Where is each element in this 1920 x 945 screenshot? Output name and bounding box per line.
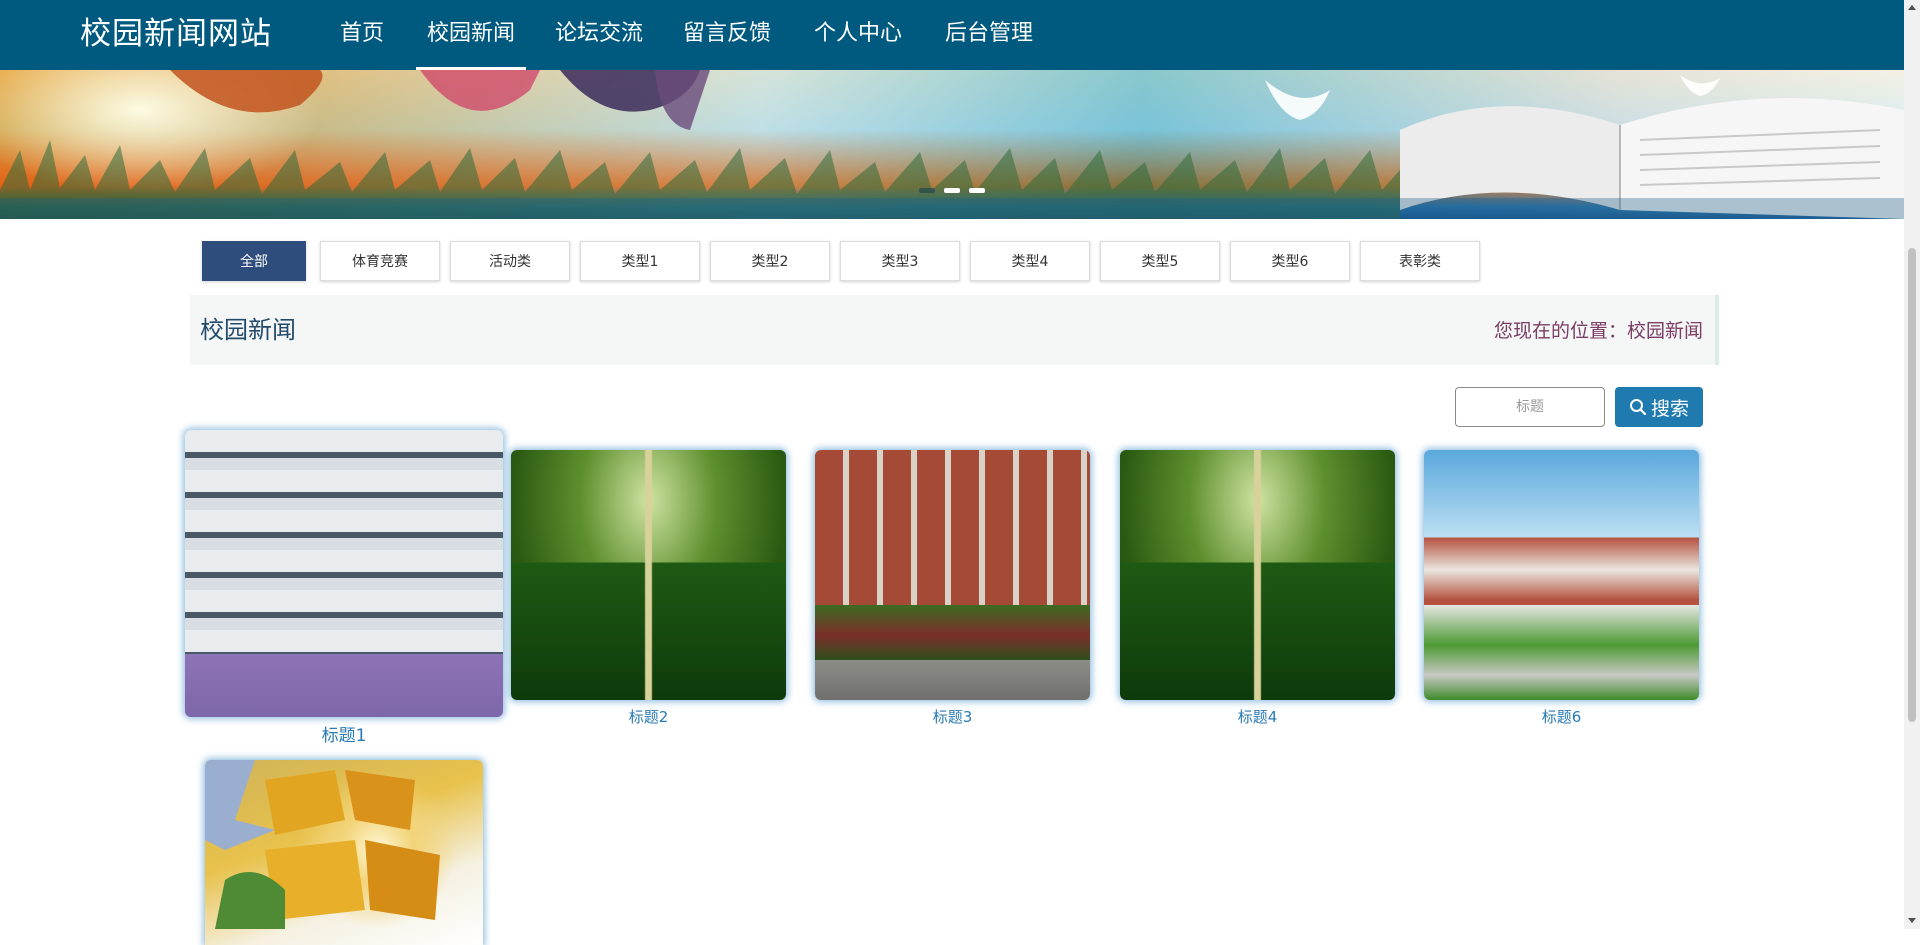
sign-sculpture-illustration — [205, 760, 440, 929]
category-type1[interactable]: 类型1 — [580, 241, 700, 281]
scroll-up-icon[interactable] — [1908, 5, 1916, 10]
news-thumbnail[interactable] — [185, 430, 503, 717]
news-title[interactable]: 标题4 — [1120, 707, 1395, 727]
news-title[interactable]: 标题1 — [185, 726, 503, 746]
banner-illustration — [0, 70, 1904, 219]
page-scrollbar[interactable] — [1904, 0, 1920, 929]
search-button-label: 搜索 — [1650, 397, 1689, 420]
news-thumbnail[interactable] — [205, 760, 483, 945]
category-type6[interactable]: 类型6 — [1230, 241, 1350, 281]
search-icon — [1629, 399, 1647, 416]
news-thumbnail[interactable] — [1120, 450, 1395, 700]
category-commendation[interactable]: 表彰类 — [1360, 241, 1480, 281]
carousel-indicators — [919, 188, 987, 196]
news-card[interactable]: 标题3 — [815, 450, 1090, 730]
category-type4[interactable]: 类型4 — [970, 241, 1090, 281]
scroll-down-icon[interactable] — [1908, 918, 1916, 923]
banner-carousel[interactable] — [0, 70, 1904, 219]
news-card[interactable] — [205, 760, 483, 945]
news-thumbnail[interactable] — [1424, 450, 1699, 700]
category-activities[interactable]: 活动类 — [450, 241, 570, 281]
news-title[interactable]: 标题3 — [815, 707, 1090, 727]
news-title[interactable]: 标题6 — [1424, 707, 1699, 727]
carousel-dot-3[interactable] — [969, 188, 985, 193]
breadcrumb-prefix: 您现在的位置： — [1493, 320, 1627, 342]
search-input[interactable] — [1455, 387, 1605, 427]
nav-item-forum[interactable]: 论坛交流 — [555, 18, 643, 50]
site-brand[interactable]: 校园新闻网站 — [80, 14, 272, 54]
news-title[interactable]: 标题2 — [511, 707, 786, 727]
nav-item-admin[interactable]: 后台管理 — [945, 18, 1033, 50]
top-nav-bar: 校园新闻网站 首页 校园新闻 论坛交流 留言反馈 个人中心 后台管理 — [0, 0, 1904, 70]
carousel-dot-1[interactable] — [919, 188, 935, 193]
category-type5[interactable]: 类型5 — [1100, 241, 1220, 281]
carousel-dot-2[interactable] — [944, 188, 960, 193]
category-all[interactable]: 全部 — [202, 241, 306, 281]
category-type2[interactable]: 类型2 — [710, 241, 830, 281]
nav-item-feedback[interactable]: 留言反馈 — [683, 18, 771, 50]
breadcrumb-current[interactable]: 校园新闻 — [1627, 320, 1703, 342]
news-card[interactable]: 标题4 — [1120, 450, 1395, 730]
section-header: 校园新闻 您现在的位置：校园新闻 — [190, 295, 1719, 365]
category-type3[interactable]: 类型3 — [840, 241, 960, 281]
news-card[interactable]: 标题6 — [1424, 450, 1699, 730]
nav-item-campus-news[interactable]: 校园新闻 — [415, 18, 527, 70]
search-button[interactable]: 搜索 — [1615, 387, 1703, 427]
scrollbar-thumb[interactable] — [1908, 248, 1916, 722]
page-title: 校园新闻 — [200, 316, 296, 344]
news-card[interactable]: 标题1 — [185, 430, 503, 750]
news-thumbnail[interactable] — [511, 450, 786, 700]
nav-item-personal-center[interactable]: 个人中心 — [814, 18, 902, 50]
breadcrumb: 您现在的位置：校园新闻 — [1494, 317, 1703, 345]
news-card[interactable]: 标题2 — [511, 450, 786, 730]
category-sports[interactable]: 体育竞赛 — [320, 241, 440, 281]
news-thumbnail[interactable] — [815, 450, 1090, 700]
nav-item-home[interactable]: 首页 — [340, 18, 384, 50]
